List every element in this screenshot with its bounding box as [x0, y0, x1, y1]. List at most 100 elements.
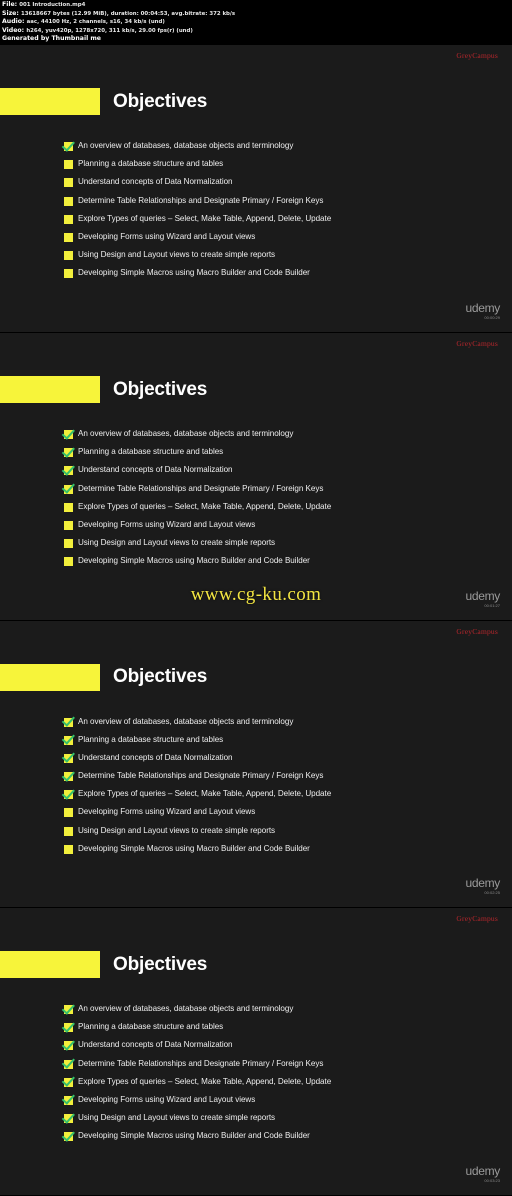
slide-canvas: GreyCampus Objectives An overview of datab… [0, 333, 512, 620]
slide-title: Objectives [113, 378, 208, 400]
checkmark-icon [64, 1132, 73, 1142]
checkmark-icon [64, 1005, 73, 1014]
greycampus-logo: GreyCampus [456, 914, 498, 923]
mediainfo-value: h264, yuv420p, 1278x720, 311 kb/s, 29.00… [26, 27, 193, 34]
udemy-watermark: udemy 00:01:27 [465, 589, 500, 608]
slide-header: Objectives [0, 376, 512, 403]
objective-label: Explore Types of queries – Select, Make … [78, 1076, 332, 1086]
thumbnail-sheet: GreyCampus Objectives An overview of datab… [0, 45, 512, 1196]
checkmark-icon [64, 790, 73, 800]
objective-item: An overview of databases, database objec… [64, 1004, 484, 1015]
objective-label: Planning a database structure and tables [78, 447, 224, 457]
checkmark-icon [64, 753, 73, 763]
objective-item: Using Design and Layout views to create … [64, 538, 484, 549]
mediainfo-key: Video: [2, 26, 25, 34]
mediainfo-line: Audio: aac, 44100 Hz, 2 channels, s16, 3… [2, 18, 510, 27]
greycampus-logo: GreyCampus [456, 339, 498, 348]
udemy-watermark: udemy 00:03:23 [465, 1164, 500, 1183]
objective-item: Planning a database structure and tables [64, 735, 484, 746]
objective-item: An overview of databases, database objec… [64, 717, 484, 728]
checkmark-icon [64, 1059, 73, 1069]
checkmark-icon [64, 1023, 73, 1033]
thumbnail-timestamp: 00:03:23 [484, 1177, 500, 1183]
slide-header: Objectives [0, 88, 512, 115]
mediainfo-key: Size: [2, 9, 19, 17]
objective-label: Determine Table Relationships and Design… [78, 1058, 324, 1068]
objective-label: Developing Simple Macros using Macro Bui… [78, 556, 310, 566]
checkbox-icon [64, 520, 73, 530]
checkbox-icon [64, 502, 73, 512]
slide-title: Objectives [113, 90, 208, 112]
checkmark-icon [64, 142, 73, 151]
objective-label: Developing Simple Macros using Macro Bui… [78, 1131, 310, 1141]
objective-item: Explore Types of queries – Select, Make … [64, 789, 484, 800]
checkbox-icon [64, 214, 73, 224]
checkbox-icon [64, 232, 73, 242]
objective-item: Understand concepts of Data Normalizatio… [64, 177, 484, 188]
objective-label: Developing Simple Macros using Macro Bui… [78, 843, 310, 853]
udemy-label: udemy [465, 1163, 500, 1178]
mediainfo-line: Video: h264, yuv420p, 1278x720, 311 kb/s… [2, 27, 510, 36]
objective-label: Understand concepts of Data Normalizatio… [78, 465, 233, 475]
checkbox-icon [64, 251, 73, 261]
thumbnail-timestamp: 00:02:25 [484, 890, 500, 895]
udemy-label: udemy [465, 588, 500, 603]
checkbox-icon [64, 808, 73, 818]
mediainfo-header: File: 001 Introduction.mp4 Size: 1361866… [0, 0, 512, 45]
checkbox-icon [64, 269, 73, 279]
objective-item: Understand concepts of Data Normalizatio… [64, 465, 484, 476]
objective-label: An overview of databases, database objec… [78, 716, 294, 726]
mediainfo-key: Generated by Thumbnail me [2, 35, 101, 43]
checkbox-icon [64, 539, 73, 549]
slide-canvas: GreyCampus Objectives An overview of datab… [0, 620, 512, 907]
yellow-accent-bar [0, 376, 100, 403]
objective-label: Developing Forms using Wizard and Layout… [78, 231, 256, 241]
mediainfo-key: File: [2, 1, 18, 8]
mediainfo-line: File: 001 Introduction.mp4 [2, 1, 510, 10]
objective-label: Explore Types of queries – Select, Make … [78, 213, 332, 223]
objective-item: Planning a database structure and tables [64, 447, 484, 458]
objective-item: Using Design and Layout views to create … [64, 1113, 484, 1124]
checkbox-icon [64, 826, 73, 836]
mediainfo-key: Audio: [2, 18, 25, 26]
objective-item: Developing Simple Macros using Macro Bui… [64, 268, 484, 279]
objective-label: An overview of databases, database objec… [78, 429, 294, 438]
objective-item: Planning a database structure and tables [64, 1022, 484, 1033]
objective-item: An overview of databases, database objec… [64, 429, 484, 440]
thumbnail-timestamp: 00:01:27 [484, 602, 500, 608]
slide-canvas: GreyCampus Objectives An overview of datab… [0, 45, 512, 332]
objective-item: Explore Types of queries – Select, Make … [64, 502, 484, 513]
yellow-accent-bar [0, 951, 100, 978]
objective-item: Developing Forms using Wizard and Layout… [64, 232, 484, 243]
objective-item: Understand concepts of Data Normalizatio… [64, 1040, 484, 1051]
objectives-list: An overview of databases, database objec… [64, 141, 484, 287]
objective-label: Determine Table Relationships and Design… [78, 483, 324, 493]
objectives-list: An overview of databases, database objec… [64, 1004, 484, 1150]
yellow-accent-bar [0, 88, 100, 115]
objective-item: Explore Types of queries – Select, Make … [64, 1077, 484, 1088]
objectives-list: An overview of databases, database objec… [64, 717, 484, 863]
checkmark-icon [64, 1114, 73, 1124]
video-thumbnail-3[interactable]: GreyCampus Objectives An overview of datab… [0, 620, 512, 908]
video-thumbnail-1[interactable]: GreyCampus Objectives An overview of datab… [0, 45, 512, 333]
video-thumbnail-4[interactable]: GreyCampus Objectives An overview of datab… [0, 908, 512, 1196]
checkbox-icon [64, 178, 73, 188]
objective-label: Planning a database structure and tables [78, 734, 224, 744]
objective-item: Determine Table Relationships and Design… [64, 771, 484, 782]
mediainfo-generator: Generated by Thumbnail me [2, 35, 510, 44]
objectives-list: An overview of databases, database objec… [64, 429, 484, 575]
checkmark-icon [64, 1095, 73, 1105]
objective-label: Understand concepts of Data Normalizatio… [78, 1040, 233, 1050]
checkbox-icon [64, 844, 73, 854]
objective-item: An overview of databases, database objec… [64, 141, 484, 152]
udemy-label: udemy [465, 876, 500, 890]
objective-item: Using Design and Layout views to create … [64, 250, 484, 261]
objective-item: Understand concepts of Data Normalizatio… [64, 753, 484, 764]
objective-item: Developing Simple Macros using Macro Bui… [64, 1131, 484, 1142]
objective-label: Understand concepts of Data Normalizatio… [78, 752, 233, 762]
objective-label: Developing Forms using Wizard and Layout… [78, 807, 256, 817]
checkmark-icon [64, 430, 73, 439]
video-thumbnail-2[interactable]: GreyCampus Objectives An overview of datab… [0, 333, 512, 621]
yellow-accent-bar [0, 663, 100, 691]
objective-item: Developing Simple Macros using Macro Bui… [64, 844, 484, 855]
